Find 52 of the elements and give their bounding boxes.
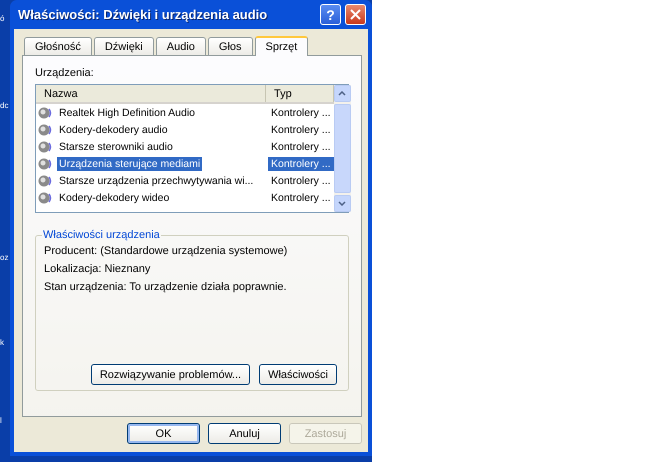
tab[interactable]: Sprzęt bbox=[254, 36, 308, 56]
device-type: Kontrolery ... bbox=[270, 106, 332, 120]
property-button[interactable]: Rozwiązywanie problemów... bbox=[90, 364, 250, 385]
property-text: Lokalizacja: Nieznany bbox=[44, 263, 152, 275]
device-name: Starsze sterowniki audio bbox=[58, 140, 174, 154]
scroll-thumb[interactable] bbox=[334, 104, 351, 193]
speaker-icon bbox=[38, 140, 54, 154]
desktop-icon-label: oz bbox=[0, 253, 8, 262]
dialog-button[interactable]: OK bbox=[127, 423, 200, 444]
speaker-icon bbox=[38, 156, 54, 170]
scroll-down-button[interactable] bbox=[334, 195, 351, 212]
group-title: Właściwości urządzenia bbox=[42, 229, 161, 241]
property-text: Stan urządzenia: To urządzenie działa poprawnie. bbox=[44, 281, 288, 293]
device-row[interactable]: Starsze urządzenia przechwytywania wi... Kontrolery ... bbox=[36, 172, 334, 189]
device-row[interactable]: Kodery-dekodery audio Kontrolery ... bbox=[36, 121, 334, 138]
dialog-button[interactable]: Anuluj bbox=[208, 423, 281, 444]
scrollbar[interactable] bbox=[334, 85, 351, 212]
desktop-icon-label: ó bbox=[0, 14, 4, 23]
device-name: Kodery-dekodery audio bbox=[58, 122, 169, 136]
desktop-icon-label: dc bbox=[0, 101, 8, 110]
device-row[interactable]: Kodery-dekodery wideo Kontrolery ... bbox=[36, 189, 334, 206]
tab[interactable]: Dźwięki bbox=[94, 37, 154, 55]
close-button[interactable] bbox=[345, 4, 366, 25]
speaker-icon bbox=[38, 190, 54, 204]
property-button[interactable]: Właściwości bbox=[259, 364, 337, 385]
device-type: Kontrolery ... bbox=[270, 122, 332, 136]
device-row[interactable]: Urządzenia sterujące mediami Kontrolery ... bbox=[36, 155, 334, 172]
speaker-icon bbox=[38, 174, 54, 188]
close-icon bbox=[350, 9, 361, 20]
device-row[interactable]: Starsze sterowniki audio Kontrolery ... bbox=[36, 138, 334, 155]
speaker-icon bbox=[38, 122, 54, 136]
device-type: Kontrolery ... bbox=[268, 156, 334, 170]
desktop-icon-label: l bbox=[0, 416, 2, 425]
device-name: Urządzenia sterujące mediami bbox=[57, 156, 202, 170]
tab[interactable]: Głośność bbox=[24, 37, 92, 55]
devices-label: Urządzenia: bbox=[35, 67, 95, 79]
device-name: Starsze urządzenia przechwytywania wi... bbox=[58, 174, 254, 188]
column-header[interactable]: Nazwa bbox=[36, 85, 266, 102]
tab[interactable]: Głos bbox=[208, 37, 253, 55]
desktop-icon-label: k bbox=[0, 338, 4, 347]
tab[interactable]: Audio bbox=[156, 37, 206, 55]
device-row[interactable]: Realtek High Definition Audio Kontrolery ... bbox=[36, 104, 334, 121]
scroll-up-button[interactable] bbox=[334, 85, 351, 102]
device-type: Kontrolery ... bbox=[270, 140, 332, 154]
device-type: Kontrolery ... bbox=[270, 190, 332, 204]
device-name: Realtek High Definition Audio bbox=[58, 106, 196, 120]
device-name: Kodery-dekodery wideo bbox=[58, 190, 170, 204]
help-button[interactable]: ? bbox=[320, 4, 341, 25]
property-text: Producent: (Standardowe urządzenia systemowe) bbox=[44, 245, 288, 257]
speaker-icon bbox=[38, 106, 54, 120]
window-title: Właściwości: Dźwięki i urządzenia audio bbox=[18, 7, 268, 22]
device-type: Kontrolery ... bbox=[270, 174, 332, 188]
